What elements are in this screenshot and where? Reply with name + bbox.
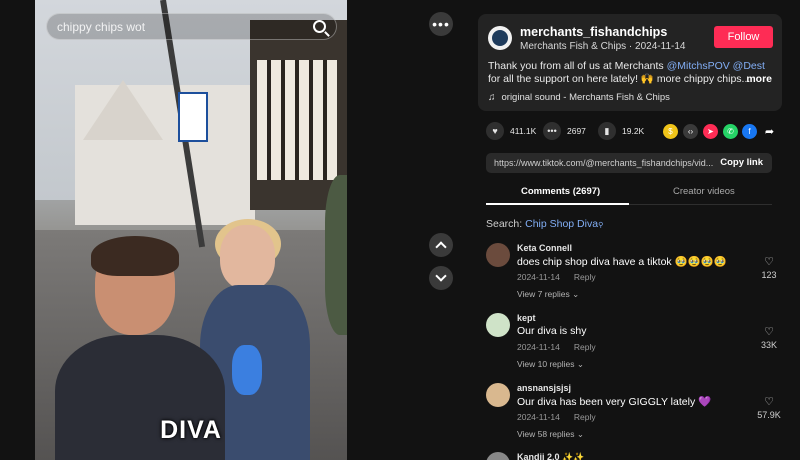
- mention-link[interactable]: @MitchsPOV: [667, 60, 730, 72]
- video-area: DIVA chippy chips wot •••: [0, 0, 466, 460]
- copy-link-button[interactable]: Copy link: [720, 157, 763, 168]
- share-arrow-icon[interactable]: ➦: [762, 124, 777, 139]
- video-player[interactable]: DIVA: [35, 0, 347, 460]
- tab-creator-videos[interactable]: Creator videos: [673, 186, 735, 197]
- details-panel: merchants_fishandchips Merchants Fish & …: [466, 0, 800, 460]
- action-bar: ♥ 411.1K ••• 2697 ▮ 19.2K $ ‹› ➤ ✆ f ➦: [486, 122, 786, 142]
- more-button[interactable]: more: [746, 73, 772, 86]
- comment-date: 2024-11-14: [517, 412, 560, 422]
- heart-outline-icon: ♡: [764, 326, 774, 338]
- save-action[interactable]: ▮ 19.2K: [598, 122, 644, 140]
- reply-button[interactable]: Reply: [574, 342, 596, 352]
- send-icon[interactable]: ➤: [703, 124, 718, 139]
- search-text: chippy chips wot: [57, 19, 146, 34]
- chevron-down-icon: [435, 270, 447, 282]
- comment-text: Our diva is shy: [517, 325, 587, 337]
- comment-icon: •••: [543, 122, 561, 140]
- commenter-name[interactable]: Keta Connell: [517, 243, 572, 253]
- follow-button[interactable]: Follow: [714, 26, 773, 48]
- save-count: 19.2K: [622, 126, 645, 136]
- commenter-avatar[interactable]: [486, 243, 510, 267]
- comment-meta: 2024-11-14 Reply: [517, 412, 596, 422]
- post-description: Thank you from all of us at Merchants @M…: [488, 60, 772, 86]
- next-video-button[interactable]: [429, 266, 453, 290]
- comment-like-count: 57.9K: [757, 410, 781, 420]
- whatsapp-icon[interactable]: ✆: [723, 124, 738, 139]
- tab-comments[interactable]: Comments (2697): [521, 186, 600, 197]
- video-blue-glove: [232, 345, 262, 395]
- like-action[interactable]: ♥ 411.1K: [486, 122, 536, 140]
- share-url: https://www.tiktok.com/@merchants_fishan…: [494, 158, 714, 168]
- comment-date: 2024-11-14: [517, 342, 560, 352]
- post-date: 2024-11-14: [635, 41, 686, 52]
- video-caption: DIVA: [160, 416, 222, 444]
- commenter-avatar[interactable]: [486, 452, 510, 460]
- chevron-up-icon: [435, 241, 447, 253]
- video-search-bar[interactable]: chippy chips wot: [46, 13, 337, 40]
- embed-icon[interactable]: ‹›: [683, 124, 698, 139]
- heart-outline-icon: ♡: [764, 396, 774, 408]
- description-text: Thank you from all of us at Merchants: [488, 60, 667, 72]
- comment-date: 2024-11-14: [517, 272, 560, 282]
- comment-count: 2697: [567, 126, 586, 136]
- brand-logo-icon: [492, 30, 508, 46]
- search-term[interactable]: Chip Shop Diva: [525, 218, 598, 230]
- search-icon[interactable]: [313, 20, 326, 33]
- video-shop-sign: [178, 92, 208, 142]
- heart-icon: ♥: [486, 122, 504, 140]
- comment-like-count: 33K: [760, 340, 777, 350]
- search-icon: ⚲: [598, 222, 604, 229]
- reply-button[interactable]: Reply: [574, 272, 596, 282]
- commenter-avatar[interactable]: [486, 313, 510, 337]
- bookmark-icon: ▮: [598, 122, 616, 140]
- sound-title: original sound - Merchants Fish & Chips: [501, 92, 670, 103]
- author-subline: Merchants Fish & Chips · 2024-11-14: [520, 41, 686, 52]
- like-count: 411.1K: [510, 126, 537, 136]
- video-tudor-facade: [257, 60, 337, 180]
- commenter-name[interactable]: Kandii 2.0 ✨✨: [517, 452, 584, 460]
- video-roof: [83, 80, 163, 140]
- commenter-avatar[interactable]: [486, 383, 510, 407]
- mention-link[interactable]: @Dest: [733, 60, 765, 72]
- comment-action[interactable]: ••• 2697: [543, 122, 586, 140]
- comment-like[interactable]: ♡ 123: [756, 255, 782, 280]
- comment-like-count: 123: [761, 270, 777, 280]
- author-display-name: Merchants Fish & Chips: [520, 41, 627, 52]
- reply-button[interactable]: Reply: [574, 412, 596, 422]
- view-replies-button[interactable]: View 58 replies ⌄: [517, 429, 584, 440]
- comment-tabs: Comments (2697) Creator videos: [486, 181, 772, 205]
- comment-text: does chip shop diva have a tiktok 🥹🥹🥹🥹: [517, 256, 727, 268]
- more-options-button[interactable]: •••: [429, 12, 453, 36]
- author-avatar[interactable]: [488, 26, 512, 50]
- coin-share-icon[interactable]: $: [663, 124, 678, 139]
- commenter-name[interactable]: kept: [517, 313, 536, 323]
- search-prefix: Search:: [486, 218, 526, 230]
- commenter-name[interactable]: ansnansjsjsj: [517, 383, 571, 393]
- author-username[interactable]: merchants_fishandchips: [520, 25, 667, 39]
- sound-link[interactable]: ♫ original sound - Merchants Fish & Chip…: [488, 92, 670, 103]
- post-card: merchants_fishandchips Merchants Fish & …: [478, 14, 782, 111]
- video-pedestrian: [325, 175, 347, 335]
- music-note-icon: ♫: [488, 92, 496, 103]
- previous-video-button[interactable]: [429, 233, 453, 257]
- comment-meta: 2024-11-14 Reply: [517, 342, 596, 352]
- description-text: for all the support on here lately! 🙌 mo…: [488, 73, 751, 85]
- view-replies-button[interactable]: View 10 replies ⌄: [517, 359, 584, 370]
- comment-like[interactable]: ♡ 33K: [756, 325, 782, 350]
- active-tab-indicator: [486, 203, 629, 205]
- facebook-icon[interactable]: f: [742, 124, 757, 139]
- view-replies-button[interactable]: View 7 replies ⌄: [517, 289, 579, 300]
- search-suggestion[interactable]: Search: Chip Shop Diva⚲: [486, 218, 603, 230]
- share-link-box[interactable]: https://www.tiktok.com/@merchants_fishan…: [486, 153, 772, 173]
- comment-meta: 2024-11-14 Reply: [517, 272, 596, 282]
- comment-text: Our diva has been very GIGGLY lately 💜: [517, 396, 712, 408]
- comment-like[interactable]: ♡ 57.9K: [756, 395, 782, 420]
- heart-outline-icon: ♡: [764, 256, 774, 268]
